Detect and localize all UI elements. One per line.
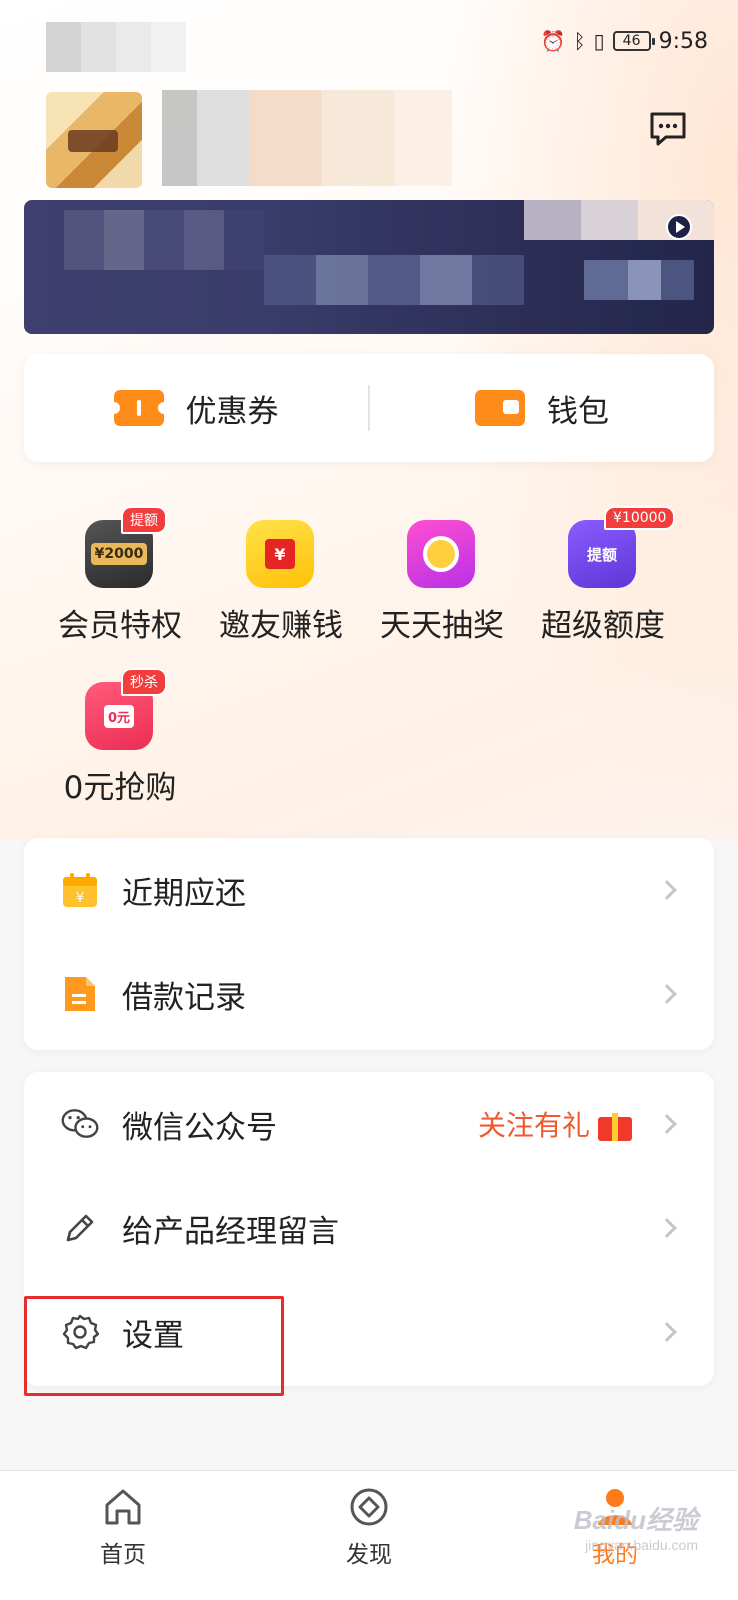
status-indicators: ⏰ ᛒ ▯ 46 9:58 (541, 26, 708, 56)
list-item-wechat-official[interactable]: 微信公众号 关注有礼 (24, 1072, 714, 1176)
chevron-right-icon (657, 1114, 677, 1134)
coupon-button[interactable]: 优惠券 (24, 354, 368, 462)
banner-blur-4 (584, 260, 694, 300)
chevron-right-icon (657, 984, 677, 1004)
wallet-button[interactable]: 钱包 (370, 354, 714, 462)
coupon-icon (107, 390, 170, 426)
tab-label: 首页 (100, 1542, 146, 1568)
follow-gift-text: 关注有礼 (477, 1109, 590, 1142)
svg-text:¥: ¥ (76, 891, 84, 906)
member-icon-text: ¥2000 (90, 543, 148, 565)
feature-badge: ¥10000 (604, 506, 676, 530)
play-arrow-icon[interactable] (666, 214, 692, 240)
feature-flash-sale[interactable]: 0元 秒杀 0元抢购 (40, 668, 200, 807)
status-left-blurred (46, 22, 186, 72)
list-item-label: 设置 (122, 1317, 184, 1354)
vibrate-icon: ▯ (593, 29, 605, 53)
list-item-settings[interactable]: 设置 (24, 1280, 714, 1384)
battery-level: 46 (622, 33, 641, 49)
message-icon[interactable] (648, 110, 688, 148)
tab-label: 发现 (346, 1542, 392, 1568)
repayment-list-card: ¥ 近期应还 借款记录 (24, 838, 714, 1050)
wechat-icon (60, 1104, 100, 1144)
feature-label: 0元抢购 (63, 770, 177, 806)
feature-badge: 提额 (121, 506, 167, 534)
tab-discover[interactable]: 发现 (246, 1471, 492, 1600)
clock: 9:58 (658, 28, 708, 54)
discover-icon (350, 1488, 388, 1526)
feature-super-limit[interactable]: 提额 ¥10000 超级额度 (523, 506, 683, 645)
limit-boost-icon: 提额 (568, 520, 636, 588)
document-icon (60, 974, 100, 1014)
list-item-label: 借款记录 (122, 979, 246, 1016)
bluetooth-icon: ᛒ (573, 29, 586, 53)
feature-label: 天天抽奖 (380, 608, 504, 644)
wallet-label: 钱包 (547, 393, 609, 430)
status-bar: ⏰ ᛒ ▯ 46 9:58 (0, 0, 738, 84)
pencil-icon (60, 1208, 100, 1248)
invite-icon-text: ¥ (265, 539, 295, 569)
tab-home[interactable]: 首页 (0, 1471, 246, 1600)
red-envelope-icon: ¥ (246, 520, 314, 588)
chevron-right-icon (657, 1218, 677, 1238)
chevron-right-icon (657, 1322, 677, 1342)
feature-member-privilege[interactable]: ¥2000 提额 会员特权 (40, 506, 200, 645)
alarm-icon: ⏰ (540, 29, 566, 53)
gear-icon (60, 1312, 100, 1352)
list-item-recent-repayment[interactable]: ¥ 近期应还 (24, 838, 714, 942)
battery-icon: 46 (612, 31, 655, 51)
watermark-subtext: jingyan.baidu.com (585, 1537, 698, 1553)
coupon-label: 优惠券 (185, 393, 279, 430)
lottery-wheel-icon (407, 520, 475, 588)
feature-invite-friends[interactable]: ¥ 邀友赚钱 (201, 520, 361, 645)
calendar-icon: ¥ (60, 870, 100, 910)
wallet-icon (475, 390, 525, 426)
watermark-text: Baidu经验 (573, 1505, 698, 1535)
profile-header (0, 86, 738, 188)
list-item-label: 微信公众号 (122, 1109, 277, 1146)
list-item-feedback[interactable]: 给产品经理留言 (24, 1176, 714, 1280)
gift-icon (596, 1107, 634, 1141)
banner-blur-1 (64, 210, 264, 270)
list-item-loan-records[interactable]: 借款记录 (24, 942, 714, 1046)
feature-label: 超级额度 (541, 608, 665, 644)
list-item-label: 近期应还 (122, 875, 246, 912)
avatar[interactable] (46, 92, 142, 188)
home-icon (105, 1489, 141, 1525)
feature-badge: 秒杀 (121, 668, 167, 696)
banner-blur-2 (264, 255, 524, 305)
limit-icon-text: 提额 (586, 545, 617, 564)
follow-gift-tag: 关注有礼 (478, 1104, 634, 1144)
feature-label: 会员特权 (58, 608, 182, 644)
feature-daily-lottery[interactable]: 天天抽奖 (362, 520, 522, 645)
quick-actions-card: 优惠券 钱包 (24, 354, 714, 462)
settings-list-card: 微信公众号 关注有礼 给产品经理留言 设置 (24, 1072, 714, 1386)
chevron-right-icon (657, 880, 677, 900)
feature-label: 邀友赚钱 (219, 608, 343, 644)
vip-banner[interactable] (24, 200, 714, 334)
flash-icon-text: 0元 (103, 704, 135, 728)
username-blurred (162, 90, 452, 186)
list-item-label: 给产品经理留言 (122, 1213, 339, 1250)
baidu-watermark: Baidu经验 jingyan.baidu.com (574, 1500, 698, 1553)
